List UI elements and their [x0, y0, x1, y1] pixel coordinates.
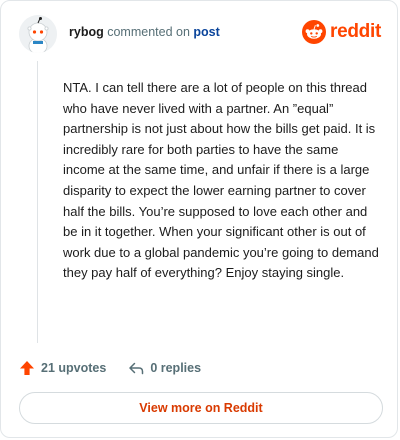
view-more-button[interactable]: View more on Reddit — [19, 392, 383, 424]
user-avatar[interactable] — [19, 15, 57, 53]
upvote-arrow-icon — [20, 361, 34, 375]
thread-line[interactable] — [37, 61, 38, 343]
comment-body: NTA. I can tell there are a lot of peopl… — [63, 80, 379, 281]
upvote-count: 21 upvotes — [41, 361, 107, 375]
reply-count: 0 replies — [150, 361, 202, 375]
comment-meta: rybog commented on post — [69, 25, 220, 39]
reddit-logo-icon — [302, 20, 327, 44]
comment-header: rybog commented on post reddit — [19, 15, 381, 55]
comment-embed-card: rybog commented on post reddit NTA. I ca… — [0, 0, 398, 438]
comment-actions: 21 upvotes 0 replies — [19, 358, 201, 378]
snoo-avatar-icon — [19, 15, 57, 53]
reddit-logo[interactable]: reddit — [302, 19, 381, 45]
action-text: commented on — [107, 25, 190, 39]
reddit-wordmark: reddit — [330, 21, 381, 42]
username-link[interactable]: rybog — [69, 25, 104, 39]
reply-arrow-icon — [129, 362, 144, 375]
replies-button[interactable]: 0 replies — [128, 360, 201, 376]
upvote-button[interactable]: 21 upvotes — [19, 360, 106, 376]
post-link[interactable]: post — [193, 25, 219, 39]
